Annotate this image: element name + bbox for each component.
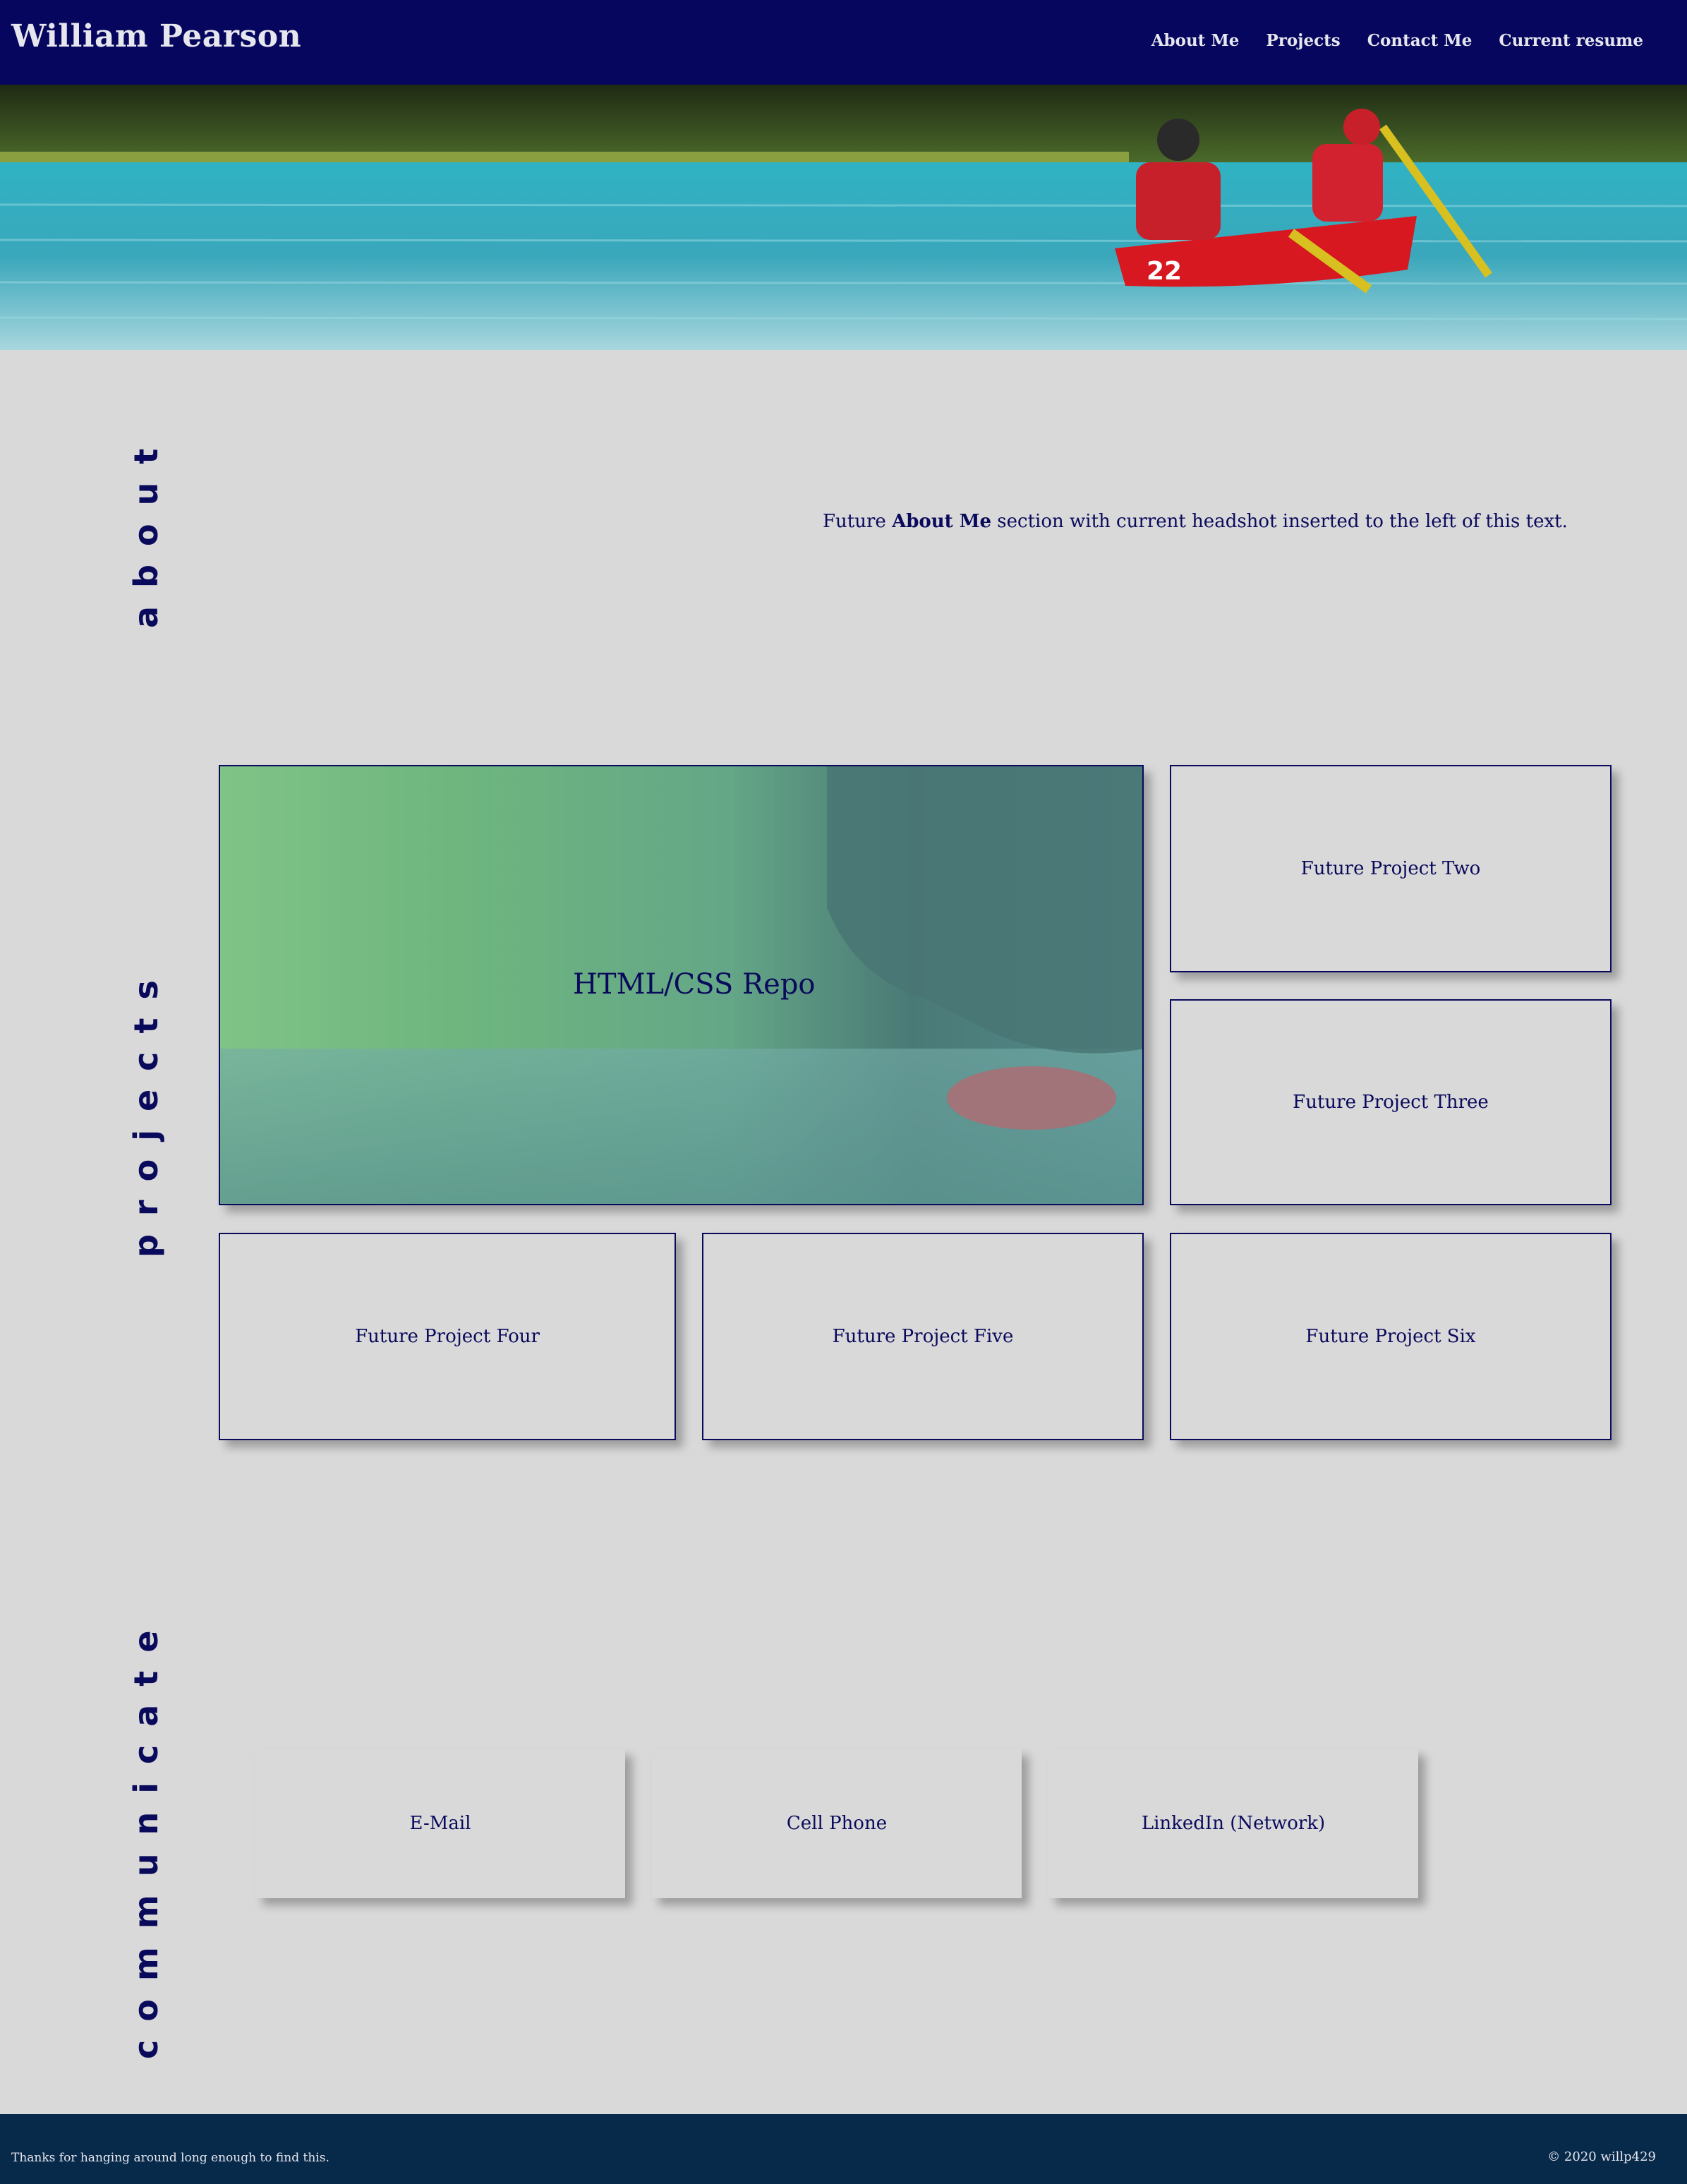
section-label-about: about xyxy=(127,430,165,628)
project-card-three[interactable]: Future Project Three xyxy=(1170,999,1612,1205)
contact-cell-phone-card[interactable]: Cell Phone xyxy=(652,1749,1022,1898)
about-text-bold: About Me xyxy=(892,511,992,532)
footer-message: Thanks for hanging around long enough to… xyxy=(11,2151,329,2165)
project-card-six[interactable]: Future Project Six xyxy=(1170,1233,1612,1440)
section-label-projects-text: projects xyxy=(127,962,165,1257)
section-label-about-text: about xyxy=(127,430,165,628)
section-label-projects: projects xyxy=(127,962,165,1257)
contact-email-label: E-Mail xyxy=(409,1813,471,1834)
contact-linkedin-label: LinkedIn (Network) xyxy=(1141,1813,1326,1834)
nav-about-me[interactable]: About Me xyxy=(1151,31,1240,50)
project-card-two-title: Future Project Two xyxy=(1300,858,1481,879)
project-card-four[interactable]: Future Project Four xyxy=(219,1233,676,1440)
nav-projects[interactable]: Projects xyxy=(1266,31,1340,50)
contact-cell-phone-label: Cell Phone xyxy=(786,1813,888,1834)
project-card-five-title: Future Project Five xyxy=(832,1326,1014,1347)
contact-email-card[interactable]: E-Mail xyxy=(255,1749,625,1898)
section-label-communicate-text: communicate xyxy=(127,1612,165,2060)
hero-illustration: 22 xyxy=(0,85,1687,350)
site-title[interactable]: William Pearson xyxy=(11,18,301,54)
footer-copyright: © 2020 willp429 xyxy=(1547,2149,1656,2164)
nav-current-resume[interactable]: Current resume xyxy=(1499,31,1643,50)
project-card-four-title: Future Project Four xyxy=(355,1326,540,1347)
about-text-suffix: section with current headshot inserted t… xyxy=(991,511,1568,532)
project-card-five[interactable]: Future Project Five xyxy=(702,1233,1144,1440)
project-card-three-title: Future Project Three xyxy=(1293,1092,1489,1113)
project-card-featured[interactable]: HTML/CSS Repo xyxy=(219,765,1144,1205)
project-card-two[interactable]: Future Project Two xyxy=(1170,765,1612,972)
project-featured-title: HTML/CSS Repo xyxy=(573,968,816,1001)
contact-linkedin-card[interactable]: LinkedIn (Network) xyxy=(1048,1749,1418,1898)
hero-banner-image: 22 xyxy=(0,85,1687,350)
site-header: William Pearson About Me Projects Contac… xyxy=(0,0,1687,85)
section-label-communicate: communicate xyxy=(127,1612,165,2060)
main-nav: About Me Projects Contact Me Current res… xyxy=(1151,31,1643,50)
about-text-prefix: Future xyxy=(823,511,893,532)
about-text: Future About Me section with current hea… xyxy=(823,511,1568,532)
svg-text:22: 22 xyxy=(1147,257,1182,286)
nav-contact-me[interactable]: Contact Me xyxy=(1367,31,1473,50)
project-card-six-title: Future Project Six xyxy=(1305,1326,1476,1347)
site-footer: Thanks for hanging around long enough to… xyxy=(0,2114,1687,2184)
